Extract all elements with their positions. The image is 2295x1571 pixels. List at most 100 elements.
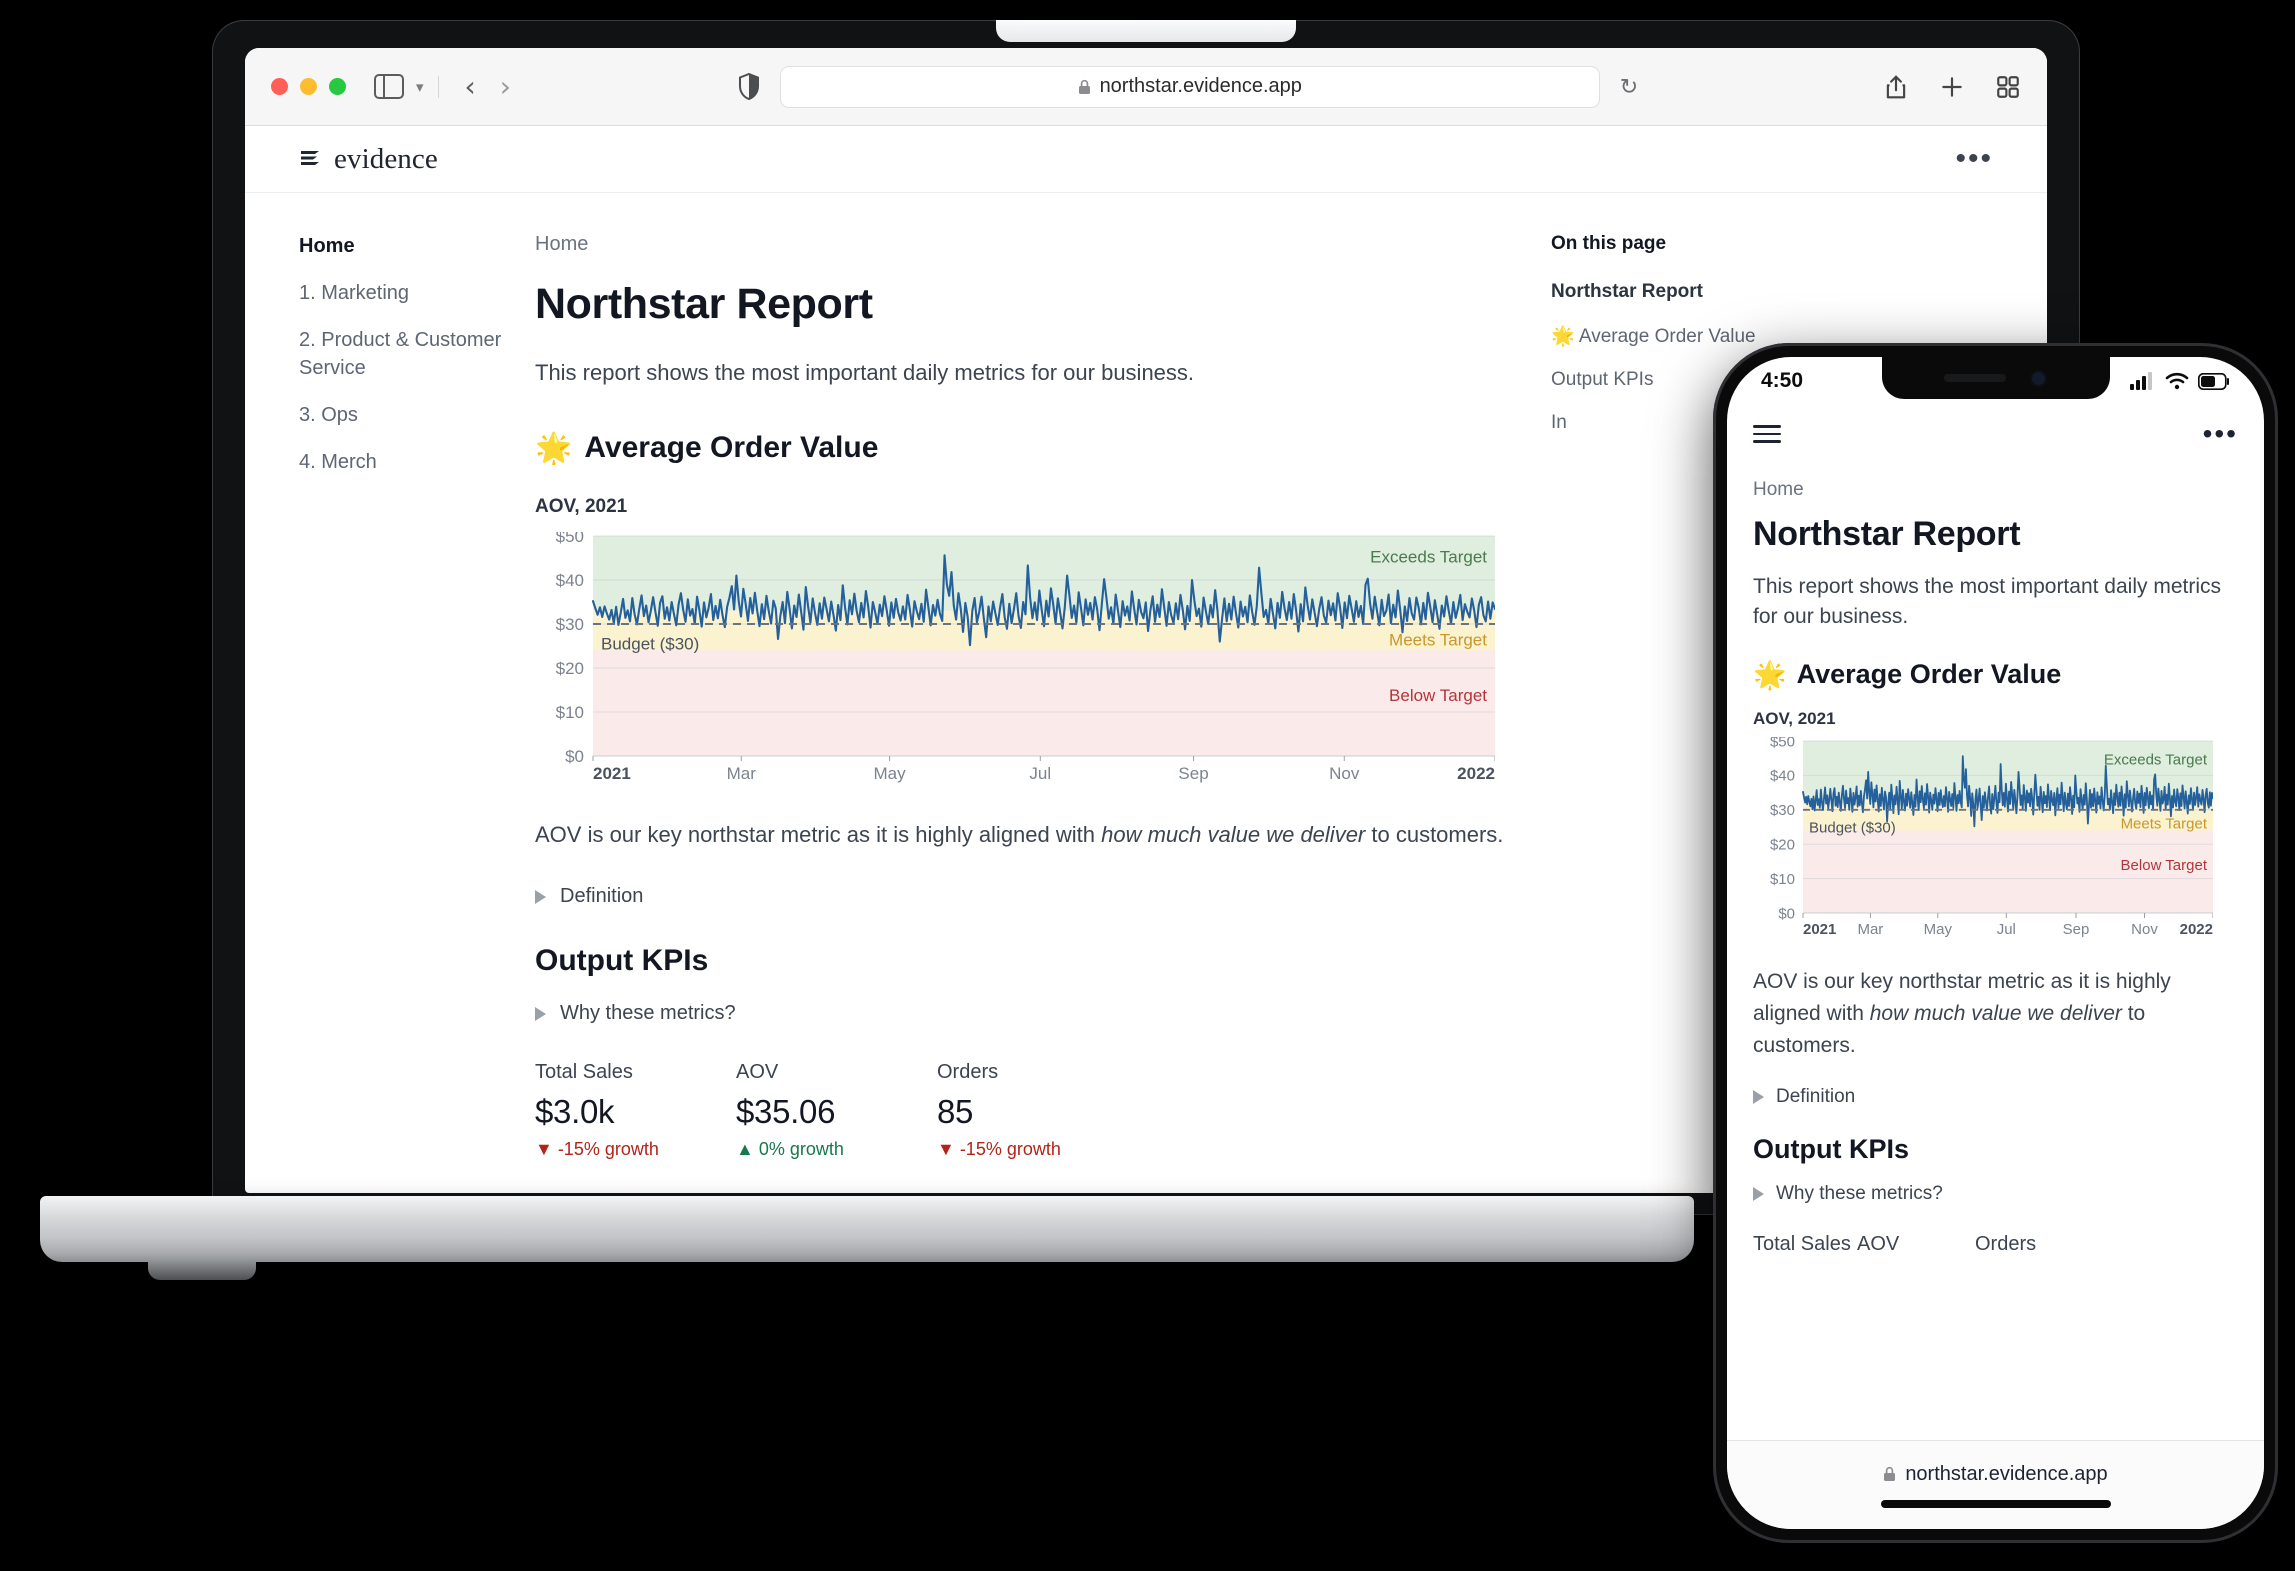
section-heading-average-order-value: 🌟 Average Order Value <box>535 431 1507 466</box>
svg-text:2022: 2022 <box>2180 921 2213 938</box>
sidebar-item-merch[interactable]: 4. Merch <box>299 449 507 476</box>
chevron-down-icon[interactable]: ▾ <box>416 78 424 96</box>
lock-icon <box>1078 79 1090 94</box>
address-bar-text: northstar.evidence.app <box>1099 75 1302 97</box>
phone-why-metrics-label: Why these metrics? <box>1776 1182 1943 1204</box>
status-bar-time: 4:50 <box>1761 369 1804 392</box>
svg-text:Exceeds Target: Exceeds Target <box>1370 547 1487 566</box>
sidebar-item-ops[interactable]: 3. Ops <box>299 402 507 429</box>
svg-text:Below Target: Below Target <box>1389 686 1487 705</box>
phone-breadcrumb[interactable]: Home <box>1753 479 2238 501</box>
phone-screen: 4:50 ••• Home Northstar Report This repo… <box>1727 357 2264 1529</box>
phone-kpi-label-total-sales: Total Sales <box>1753 1232 1851 1255</box>
lock-icon <box>1884 1466 1896 1481</box>
battery-icon <box>2198 372 2229 390</box>
svg-text:$40: $40 <box>556 571 584 590</box>
phone-section-heading-average-order-value: 🌟 Average Order Value <box>1753 659 2238 691</box>
kpi-label: Total Sales <box>535 1061 633 1084</box>
phone-url-text: northstar.evidence.app <box>1905 1462 2108 1485</box>
back-arrow-icon[interactable]: ‹ <box>453 72 488 101</box>
phone-kpi-label-orders: Orders <box>1975 1232 2037 1255</box>
toolbar-divider <box>437 75 439 98</box>
phone-mockup: 4:50 ••• Home Northstar Report This repo… <box>1713 343 2278 1543</box>
home-indicator[interactable] <box>1880 1499 2111 1508</box>
phone-status-bar: 4:50 <box>1727 357 2264 405</box>
laptop-hinge-notch <box>996 20 1296 42</box>
section-heading-output-kpis: Output KPIs <box>535 944 709 978</box>
page-title: Northstar Report <box>535 280 873 328</box>
star-emoji-icon: 🌟 <box>1753 659 1787 690</box>
plus-icon[interactable] <box>1939 74 1965 100</box>
kpi-value: $3.0k <box>535 1093 615 1131</box>
on-this-page-title: On this page <box>1551 233 1667 254</box>
phone-content: Home Northstar Report This report shows … <box>1727 463 2264 1256</box>
breadcrumb[interactable]: Home <box>535 233 1507 256</box>
definition-label: Definition <box>560 885 644 908</box>
svg-text:$30: $30 <box>1770 802 1795 819</box>
svg-text:Mar: Mar <box>727 764 757 783</box>
reload-icon[interactable]: ↻ <box>1620 74 1638 100</box>
shield-icon[interactable] <box>738 73 760 100</box>
svg-text:$50: $50 <box>1770 737 1795 750</box>
phone-aov-line-chart[interactable]: $0 $10 $20 $30 $40 $50 2021 Mar May Jul Sep Nov 2022… <box>1753 733 2238 944</box>
why-metrics-label: Why these metrics? <box>560 1002 736 1025</box>
phone-overflow-menu-button[interactable]: ••• <box>2203 420 2238 448</box>
phone-section-heading-output-kpis: Output KPIs <box>1753 1133 1909 1164</box>
kpi-delta: ▲ 0% growth <box>736 1139 844 1160</box>
aov-description-emphasis: how much value we deliver <box>1101 821 1366 847</box>
kpi-value: $35.06 <box>736 1093 836 1131</box>
svg-text:$10: $10 <box>1770 871 1795 888</box>
svg-text:Meets Target: Meets Target <box>1389 630 1487 649</box>
kpi-label: Orders <box>937 1061 999 1084</box>
svg-text:$30: $30 <box>556 615 584 634</box>
address-bar[interactable]: northstar.evidence.app <box>779 65 1600 108</box>
minimize-window-button[interactable] <box>300 78 317 95</box>
close-window-button[interactable] <box>271 78 288 95</box>
svg-text:Meets Target: Meets Target <box>2121 815 2208 832</box>
star-emoji-icon: 🌟 <box>535 431 573 465</box>
hamburger-menu-icon[interactable] <box>1753 425 1781 443</box>
evidence-logo[interactable]: evidence <box>299 143 438 176</box>
svg-text:Exceeds Target: Exceeds Target <box>2104 751 2208 768</box>
phone-browser-url-bar[interactable]: northstar.evidence.app <box>1727 1440 2264 1529</box>
sidebar-item-product-customer-service[interactable]: 2. Product & Customer Service <box>299 327 507 381</box>
forward-arrow-icon[interactable]: › <box>488 72 523 101</box>
kpi-row: Total Sales $3.0k ▼ -15% growth AOV $35.… <box>535 1061 1507 1160</box>
svg-text:2021: 2021 <box>1803 921 1836 938</box>
svg-text:Nov: Nov <box>2131 921 2158 938</box>
share-icon[interactable] <box>1883 74 1909 100</box>
toc-item-northstar-report[interactable]: Northstar Report <box>1551 281 1847 303</box>
sidebar-item-marketing[interactable]: 1. Marketing <box>299 280 507 307</box>
phone-page-lede: This report shows the most important dai… <box>1753 575 2221 629</box>
kpi-orders: Orders 85 ▼ -15% growth <box>937 1061 1073 1160</box>
cellular-signal-icon <box>2130 372 2152 390</box>
aov-line-chart[interactable]: $0 $10 $20 $30 $40 $50 2021 Mar May Jul Sep Nov 2022… <box>535 527 1507 784</box>
svg-text:Jul: Jul <box>1997 921 2016 938</box>
phone-chart-title: AOV, 2021 <box>1753 708 1836 728</box>
kpi-aov: AOV $35.06 ▲ 0% growth <box>736 1061 872 1160</box>
status-bar-indicators <box>2130 372 2230 390</box>
phone-aov-description-emphasis: how much value we deliver <box>1869 1001 2122 1025</box>
wifi-icon <box>2165 372 2189 390</box>
triangle-right-icon <box>1753 1089 1764 1104</box>
sidebar-item-home[interactable]: Home <box>299 233 507 260</box>
phone-why-metrics-disclosure[interactable]: Why these metrics? <box>1753 1183 2238 1205</box>
chart-title: AOV, 2021 <box>535 495 628 517</box>
laptop-foot <box>148 1258 256 1280</box>
svg-text:Nov: Nov <box>1329 764 1360 783</box>
phone-kpi-row: Total Sales AOV Orders <box>1753 1233 2238 1256</box>
app-header: evidence ••• <box>245 126 2047 193</box>
definition-disclosure[interactable]: Definition <box>535 885 1507 908</box>
svg-text:Budget ($30): Budget ($30) <box>1809 819 1896 836</box>
tab-overview-icon[interactable] <box>1995 74 2021 100</box>
why-metrics-disclosure[interactable]: Why these metrics? <box>535 1002 1507 1025</box>
phone-definition-disclosure[interactable]: Definition <box>1753 1086 2238 1108</box>
app-overflow-menu-button[interactable]: ••• <box>1955 144 1993 174</box>
evidence-logo-icon <box>301 151 319 165</box>
maximize-window-button[interactable] <box>329 78 346 95</box>
svg-text:2022: 2022 <box>1457 764 1495 783</box>
aov-description-part2: to customers. <box>1365 821 1504 847</box>
svg-text:Jul: Jul <box>1029 764 1051 783</box>
svg-text:$50: $50 <box>556 532 584 546</box>
sidebar-toggle-icon[interactable] <box>374 74 404 99</box>
